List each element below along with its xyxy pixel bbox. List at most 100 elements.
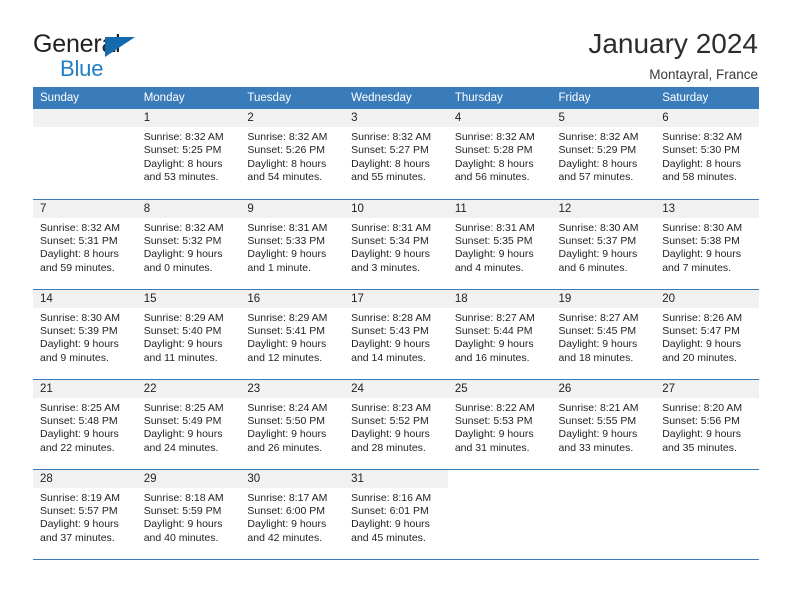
calendar-day-cell[interactable]: 30 Sunrise: 8:17 AM Sunset: 6:00 PM Dayligh… [240, 469, 345, 559]
day-info: Sunrise: 8:22 AM Sunset: 5:53 PM Daylight:… [448, 398, 552, 456]
day-cell-inner: 2 Sunrise: 8:32 AM Sunset: 5:26 PM Daylight… [240, 109, 345, 198]
calendar-day-cell[interactable]: 15 Sunrise: 8:29 AM Sunset: 5:40 PM Dayligh… [136, 289, 241, 379]
day-number: 24 [344, 379, 448, 398]
calendar-day-cell[interactable]: 23 Sunrise: 8:24 AM Sunset: 5:50 PM Dayligh… [240, 379, 345, 469]
calendar-day-cell[interactable]: 12 Sunrise: 8:30 AM Sunset: 5:37 PM Dayligh… [551, 199, 656, 289]
daylight-text-line2: and 40 minutes. [143, 531, 219, 544]
calendar-day-cell[interactable]: 10 Sunrise: 8:31 AM Sunset: 5:34 PM Dayligh… [344, 199, 448, 289]
calendar-day-cell[interactable]: 18 Sunrise: 8:27 AM Sunset: 5:44 PM Dayligh… [447, 289, 552, 379]
calendar-day-cell[interactable]: 26 Sunrise: 8:21 AM Sunset: 5:55 PM Dayligh… [551, 379, 656, 469]
page-title: January 2024 [588, 28, 758, 59]
day-cell-inner: 7 Sunrise: 8:32 AM Sunset: 5:31 PM Daylight… [33, 199, 137, 289]
day-cell-inner: 23 Sunrise: 8:24 AM Sunset: 5:50 PM Dayligh… [240, 379, 345, 469]
sunset-text: Sunset: 5:43 PM [351, 324, 429, 337]
day-cell-inner: 1 Sunrise: 8:32 AM Sunset: 5:25 PM Daylight… [136, 109, 241, 198]
calendar-day-cell[interactable]: 28 Sunrise: 8:19 AM Sunset: 5:57 PM Dayligh… [33, 469, 137, 559]
day-info: Sunrise: 8:31 AM Sunset: 5:35 PM Daylight:… [448, 218, 552, 276]
sunset-text: Sunset: 5:53 PM [454, 414, 533, 427]
calendar-week-row: 21 Sunrise: 8:25 AM Sunset: 5:48 PM Dayligh… [33, 379, 759, 469]
daylight-text-line2: and 16 minutes. [454, 351, 530, 364]
day-number: 6 [655, 109, 759, 127]
calendar-day-cell[interactable]: 31 Sunrise: 8:16 AM Sunset: 6:01 PM Dayligh… [344, 469, 448, 559]
calendar-week-row: 7 Sunrise: 8:32 AM Sunset: 5:31 PM Daylight… [33, 199, 759, 289]
daylight-text-line1: Daylight: 9 hours [662, 428, 742, 441]
calendar-day-cell[interactable]: 6 Sunrise: 8:32 AM Sunset: 5:30 PM Daylight… [655, 109, 759, 199]
calendar-day-cell[interactable]: 8 Sunrise: 8:32 AM Sunset: 5:32 PM Daylight… [136, 199, 241, 289]
calendar-day-cell[interactable]: 1 Sunrise: 8:32 AM Sunset: 5:25 PM Daylight… [136, 109, 241, 199]
sunset-text: Sunset: 5:28 PM [454, 144, 533, 157]
daylight-text-line1: Daylight: 9 hours [454, 338, 534, 351]
daylight-text-line2: and 0 minutes. [143, 261, 213, 274]
sunset-text: Sunset: 5:48 PM [40, 414, 118, 427]
calendar-day-cell[interactable]: 21 Sunrise: 8:25 AM Sunset: 5:48 PM Dayligh… [33, 379, 137, 469]
day-number [551, 469, 656, 488]
daylight-text-line2: and 33 minutes. [558, 441, 634, 454]
brand-logo[interactable]: General Blue [33, 26, 183, 80]
calendar-day-cell[interactable]: 2 Sunrise: 8:32 AM Sunset: 5:26 PM Daylight… [240, 109, 345, 199]
calendar-day-cell[interactable]: 20 Sunrise: 8:26 AM Sunset: 5:47 PM Dayligh… [655, 289, 759, 379]
calendar-day-cell[interactable]: 29 Sunrise: 8:18 AM Sunset: 5:59 PM Dayligh… [136, 469, 241, 559]
daylight-text-line1: Daylight: 9 hours [351, 248, 430, 261]
calendar-day-cell[interactable]: 14 Sunrise: 8:30 AM Sunset: 5:39 PM Dayligh… [33, 289, 137, 379]
day-number: 4 [447, 109, 552, 127]
sunrise-text: Sunrise: 8:16 AM [351, 491, 432, 504]
day-number: 12 [551, 199, 656, 218]
daylight-text-line1: Daylight: 9 hours [351, 428, 430, 441]
calendar-day-cell[interactable]: 7 Sunrise: 8:32 AM Sunset: 5:31 PM Daylight… [33, 199, 137, 289]
sunrise-text: Sunrise: 8:27 AM [558, 311, 639, 324]
day-info: Sunrise: 8:32 AM Sunset: 5:28 PM Daylight:… [448, 127, 552, 185]
day-cell-inner [655, 469, 759, 559]
daylight-text-line1: Daylight: 9 hours [558, 428, 638, 441]
sunrise-text: Sunrise: 8:31 AM [351, 221, 432, 234]
day-cell-inner: 11 Sunrise: 8:31 AM Sunset: 5:35 PM Dayligh… [447, 199, 552, 289]
day-info: Sunrise: 8:31 AM Sunset: 5:34 PM Daylight:… [344, 218, 448, 276]
calendar-day-cell[interactable]: 22 Sunrise: 8:25 AM Sunset: 5:49 PM Dayligh… [136, 379, 241, 469]
calendar-day-cell[interactable]: 11 Sunrise: 8:31 AM Sunset: 5:35 PM Dayligh… [447, 199, 552, 289]
calendar-header-row: Sunday Monday Tuesday Wednesday Thursday… [33, 87, 759, 109]
daylight-text-line1: Daylight: 9 hours [247, 248, 327, 261]
calendar-day-cell[interactable]: 27 Sunrise: 8:20 AM Sunset: 5:56 PM Dayligh… [655, 379, 759, 469]
calendar-day-cell[interactable]: 24 Sunrise: 8:23 AM Sunset: 5:52 PM Dayligh… [344, 379, 448, 469]
day-info: Sunrise: 8:28 AM Sunset: 5:43 PM Daylight:… [344, 308, 448, 366]
title-block: January 2024 Montayral, France [588, 26, 758, 82]
daylight-text-line1: Daylight: 9 hours [247, 338, 327, 351]
day-info: Sunrise: 8:24 AM Sunset: 5:50 PM Daylight:… [240, 398, 344, 456]
day-number: 15 [136, 289, 241, 308]
day-number: 10 [344, 199, 448, 218]
day-number: 11 [447, 199, 552, 218]
calendar-day-cell[interactable]: 25 Sunrise: 8:22 AM Sunset: 5:53 PM Dayligh… [447, 379, 552, 469]
sunset-text: Sunset: 5:32 PM [143, 234, 222, 247]
daylight-text-line1: Daylight: 9 hours [351, 338, 430, 351]
sunset-text: Sunset: 5:41 PM [247, 324, 326, 337]
calendar-day-cell[interactable]: 3 Sunrise: 8:32 AM Sunset: 5:27 PM Daylight… [344, 109, 448, 199]
day-info: Sunrise: 8:30 AM Sunset: 5:38 PM Daylight:… [655, 218, 759, 276]
day-number: 16 [240, 289, 345, 308]
daylight-text-line2: and 11 minutes. [143, 351, 218, 364]
calendar-page: General Blue January 2024 Montayral, Fra… [0, 0, 792, 612]
day-cell-inner: 24 Sunrise: 8:23 AM Sunset: 5:52 PM Dayligh… [344, 379, 448, 469]
sunset-text: Sunset: 5:56 PM [662, 414, 740, 427]
sunrise-text: Sunrise: 8:32 AM [247, 131, 328, 143]
calendar-day-cell[interactable]: 9 Sunrise: 8:31 AM Sunset: 5:33 PM Daylight… [240, 199, 345, 289]
calendar-day-cell[interactable]: 4 Sunrise: 8:32 AM Sunset: 5:28 PM Daylight… [447, 109, 552, 199]
day-number: 27 [655, 379, 759, 398]
calendar-day-cell[interactable]: 19 Sunrise: 8:27 AM Sunset: 5:45 PM Dayligh… [551, 289, 656, 379]
calendar-day-cell[interactable]: 17 Sunrise: 8:28 AM Sunset: 5:43 PM Dayligh… [344, 289, 448, 379]
sunrise-text: Sunrise: 8:29 AM [143, 311, 224, 324]
daylight-text-line1: Daylight: 9 hours [454, 248, 534, 261]
day-number: 7 [33, 199, 137, 218]
daylight-text-line2: and 4 minutes. [454, 261, 524, 274]
daylight-text-line2: and 7 minutes. [662, 261, 732, 274]
day-number: 17 [344, 289, 448, 308]
calendar-day-cell [447, 469, 552, 559]
sunset-text: Sunset: 5:31 PM [40, 234, 118, 247]
day-number: 19 [551, 289, 656, 308]
day-cell-inner: 10 Sunrise: 8:31 AM Sunset: 5:34 PM Dayligh… [344, 199, 448, 289]
day-info: Sunrise: 8:31 AM Sunset: 5:33 PM Daylight:… [240, 218, 344, 276]
calendar-day-cell[interactable]: 13 Sunrise: 8:30 AM Sunset: 5:38 PM Dayligh… [655, 199, 759, 289]
day-info: Sunrise: 8:25 AM Sunset: 5:48 PM Daylight:… [33, 398, 137, 456]
daylight-text-line2: and 37 minutes. [40, 531, 115, 544]
day-info: Sunrise: 8:17 AM Sunset: 6:00 PM Daylight:… [240, 488, 344, 546]
calendar-day-cell[interactable]: 16 Sunrise: 8:29 AM Sunset: 5:41 PM Dayligh… [240, 289, 345, 379]
calendar-day-cell[interactable]: 5 Sunrise: 8:32 AM Sunset: 5:29 PM Daylight… [551, 109, 656, 199]
